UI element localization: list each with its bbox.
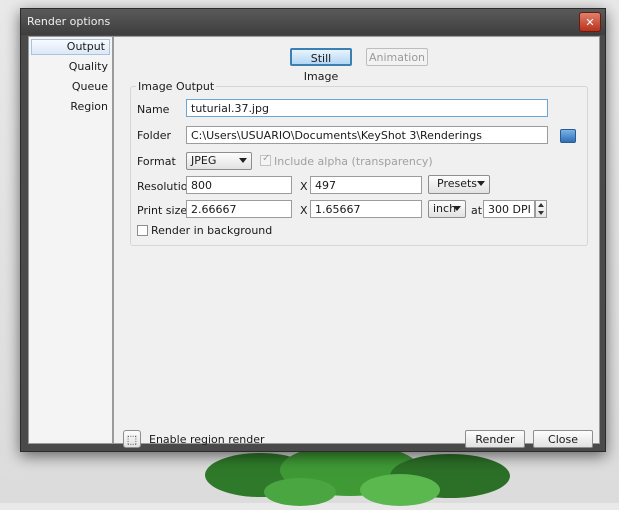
window-close-button[interactable]: ✕ <box>579 12 601 32</box>
include-alpha-checkbox[interactable]: ✓ <box>260 153 271 166</box>
chevron-down-icon <box>453 206 461 211</box>
include-alpha-label: Include alpha (transparency) <box>274 155 433 168</box>
sidebar-item-output[interactable]: Output <box>31 39 110 55</box>
still-image-button[interactable]: Still Image <box>290 48 352 83</box>
window-title: Render options <box>27 15 111 28</box>
print-height-input[interactable] <box>310 200 422 218</box>
sidebar-item-quality[interactable]: Quality <box>29 57 112 77</box>
presets-dropdown[interactable]: Presets <box>428 175 490 194</box>
spinner-down-icon[interactable] <box>538 211 544 215</box>
render-background-checkbox[interactable] <box>137 225 148 236</box>
region-render-icon: ⬚ <box>126 432 138 446</box>
checkmark-icon: ✓ <box>262 153 271 164</box>
enable-region-render-toggle[interactable]: ⬚ <box>123 430 141 448</box>
render-background-label: Render in background <box>151 224 273 237</box>
dpi-spinner[interactable] <box>535 200 547 218</box>
print-size-label: Print size <box>137 204 188 217</box>
enable-region-render-label: Enable region render <box>149 433 265 446</box>
title-bar[interactable]: Render options ✕ <box>21 9 605 35</box>
print-x-label: X <box>300 204 308 217</box>
unit-select[interactable]: inch <box>428 200 466 218</box>
resolution-height-input[interactable] <box>310 176 422 194</box>
format-select[interactable]: JPEG <box>186 152 252 170</box>
browse-folder-icon[interactable] <box>560 129 576 143</box>
print-width-input[interactable] <box>186 200 292 218</box>
chevron-down-icon <box>477 181 485 186</box>
format-select-value: JPEG <box>191 154 217 167</box>
render-button[interactable]: Render <box>465 430 525 448</box>
image-output-title: Image Output <box>136 80 217 93</box>
spinner-up-icon[interactable] <box>538 203 544 207</box>
dpi-input[interactable] <box>483 200 535 218</box>
name-input[interactable] <box>186 99 548 117</box>
name-label: Name <box>137 103 170 116</box>
sidebar-item-region[interactable]: Region <box>29 97 112 117</box>
resolution-width-input[interactable] <box>186 176 292 194</box>
resolution-x-label: X <box>300 180 308 193</box>
close-icon: ✕ <box>585 15 595 29</box>
output-panel: Still Image Animation Image Output Name … <box>113 36 600 448</box>
sidebar-item-queue[interactable]: Queue <box>29 77 112 97</box>
animation-button[interactable]: Animation <box>366 48 428 66</box>
folder-input[interactable] <box>186 126 548 144</box>
options-sidebar: Output Quality Queue Region <box>28 36 113 444</box>
presets-label: Presets <box>437 177 478 190</box>
render-options-window: Render options ✕ Output Quality Queue Re… <box>20 8 606 452</box>
at-label: at <box>471 204 483 217</box>
close-button[interactable]: Close <box>533 430 593 448</box>
chevron-down-icon <box>239 158 247 163</box>
format-label: Format <box>137 155 176 168</box>
folder-label: Folder <box>137 129 171 142</box>
